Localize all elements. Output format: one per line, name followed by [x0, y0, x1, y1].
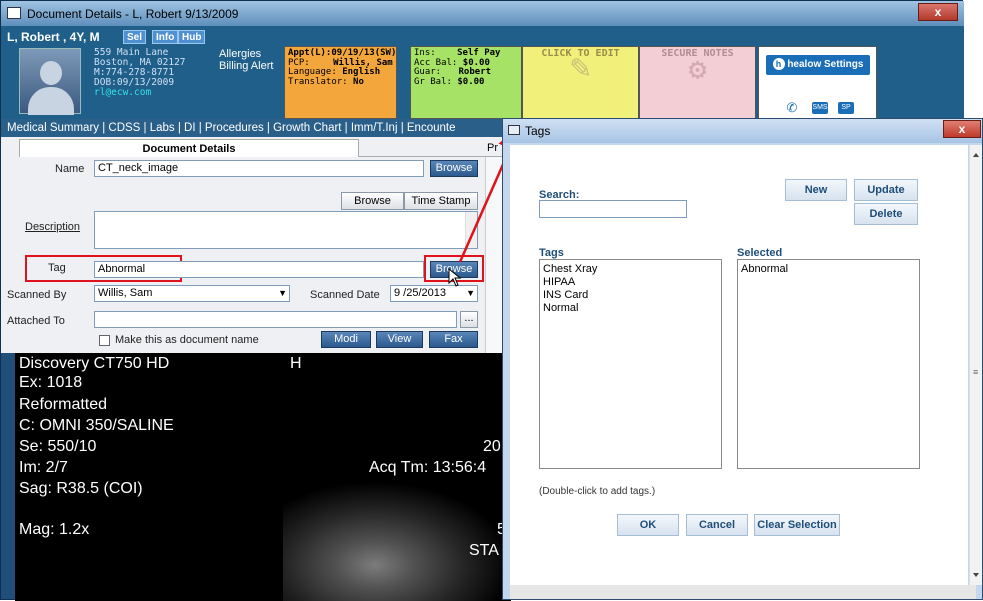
- scroll-grip-icon: ≡: [973, 367, 979, 377]
- list-item[interactable]: HIPAA: [543, 276, 718, 289]
- dialog-title: Tags: [525, 124, 551, 138]
- dialog-scrollbar[interactable]: ≡: [969, 145, 982, 585]
- list-item[interactable]: INS Card: [543, 289, 718, 302]
- dialog-titlebar: Tags x: [503, 119, 982, 143]
- list-item[interactable]: Abnormal: [741, 263, 916, 276]
- hint-text: (Double-click to add tags.): [539, 486, 656, 497]
- update-button[interactable]: Update: [854, 179, 918, 201]
- delete-button[interactable]: Delete: [854, 203, 918, 225]
- scroll-up-icon[interactable]: [973, 153, 979, 157]
- tags-dialog: Tags x Search: New Update Delete Tags Se…: [502, 118, 983, 600]
- dialog-footer-strip: [510, 585, 976, 599]
- tags-label: Tags: [539, 247, 564, 259]
- list-item[interactable]: Normal: [543, 302, 718, 315]
- cancel-button[interactable]: Cancel: [686, 514, 748, 536]
- list-item[interactable]: Chest Xray: [543, 263, 718, 276]
- ok-button[interactable]: OK: [617, 514, 679, 536]
- dialog-close-button[interactable]: x: [943, 120, 981, 138]
- selected-label: Selected: [737, 247, 783, 259]
- tags-list[interactable]: Chest Xray HIPAA INS Card Normal: [539, 259, 722, 469]
- selected-list[interactable]: Abnormal: [737, 259, 920, 469]
- dialog-body: Search: New Update Delete Tags Selected …: [510, 145, 968, 585]
- mouse-cursor-icon: [448, 268, 462, 287]
- new-button[interactable]: New: [785, 179, 847, 201]
- scroll-down-icon[interactable]: [973, 573, 979, 577]
- search-input[interactable]: [539, 200, 687, 218]
- dialog-app-icon: [508, 125, 520, 135]
- clear-selection-button[interactable]: Clear Selection: [754, 514, 840, 536]
